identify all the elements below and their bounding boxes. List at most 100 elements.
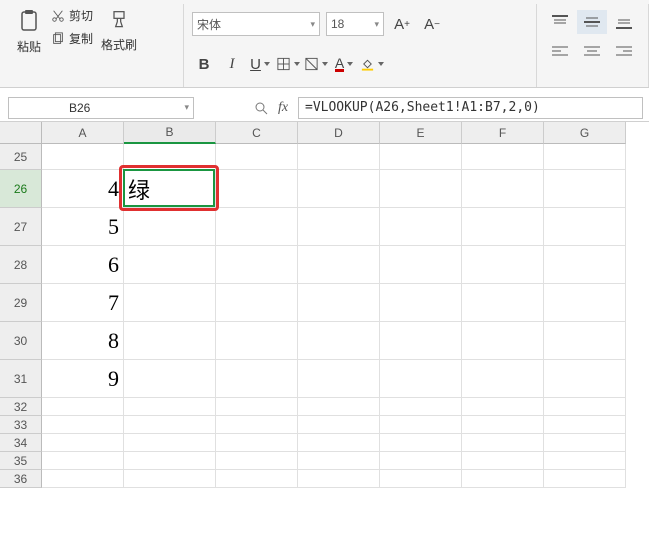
font-name-combo[interactable]: 宋体▾ (192, 12, 320, 36)
copy-button[interactable]: 复制 (48, 29, 95, 48)
font-size-combo[interactable]: 18▾ (326, 12, 384, 36)
cell-D35[interactable] (298, 452, 380, 470)
cell-C26[interactable] (216, 170, 298, 208)
align-top-button[interactable] (545, 10, 575, 34)
cell-E34[interactable] (380, 434, 462, 452)
cell-E36[interactable] (380, 470, 462, 488)
border-button[interactable] (276, 52, 300, 76)
row-header-31[interactable]: 31 (0, 360, 42, 398)
align-bottom-button[interactable] (609, 10, 639, 34)
row-header-36[interactable]: 36 (0, 470, 42, 488)
cell-G30[interactable] (544, 322, 626, 360)
cell-E25[interactable] (380, 144, 462, 170)
cell-C28[interactable] (216, 246, 298, 284)
row-header-33[interactable]: 33 (0, 416, 42, 434)
cell-E33[interactable] (380, 416, 462, 434)
cell-C25[interactable] (216, 144, 298, 170)
column-header-A[interactable]: A (42, 122, 124, 144)
cell-D25[interactable] (298, 144, 380, 170)
cell-C35[interactable] (216, 452, 298, 470)
cell-D32[interactable] (298, 398, 380, 416)
expand-formula-icon[interactable] (250, 97, 272, 119)
cell-C36[interactable] (216, 470, 298, 488)
row-header-27[interactable]: 27 (0, 208, 42, 246)
cell-G34[interactable] (544, 434, 626, 452)
cell-A35[interactable] (42, 452, 124, 470)
cell-B33[interactable] (124, 416, 216, 434)
cell-G31[interactable] (544, 360, 626, 398)
column-header-C[interactable]: C (216, 122, 298, 144)
select-all-corner[interactable] (0, 122, 42, 144)
row-header-26[interactable]: 26 (0, 170, 42, 208)
cell-F35[interactable] (462, 452, 544, 470)
column-header-F[interactable]: F (462, 122, 544, 144)
cell-B25[interactable] (124, 144, 216, 170)
cell-A25[interactable] (42, 144, 124, 170)
cell-B30[interactable] (124, 322, 216, 360)
cell-F27[interactable] (462, 208, 544, 246)
cell-F34[interactable] (462, 434, 544, 452)
cell-F31[interactable] (462, 360, 544, 398)
cell-C33[interactable] (216, 416, 298, 434)
cell-D31[interactable] (298, 360, 380, 398)
cell-B34[interactable] (124, 434, 216, 452)
cell-E27[interactable] (380, 208, 462, 246)
cell-B29[interactable] (124, 284, 216, 322)
row-header-35[interactable]: 35 (0, 452, 42, 470)
cell-E30[interactable] (380, 322, 462, 360)
column-header-G[interactable]: G (544, 122, 626, 144)
row-header-25[interactable]: 25 (0, 144, 42, 170)
align-middle-button[interactable] (577, 10, 607, 34)
cell-E29[interactable] (380, 284, 462, 322)
cell-F28[interactable] (462, 246, 544, 284)
cell-E35[interactable] (380, 452, 462, 470)
formula-input[interactable]: =VLOOKUP(A26,Sheet1!A1:B7,2,0) (298, 97, 643, 119)
cell-G32[interactable] (544, 398, 626, 416)
cell-E28[interactable] (380, 246, 462, 284)
cell-D30[interactable] (298, 322, 380, 360)
cell-A30[interactable]: 8 (42, 322, 124, 360)
bold-button[interactable]: B (192, 52, 216, 76)
cell-A31[interactable]: 9 (42, 360, 124, 398)
cell-D29[interactable] (298, 284, 380, 322)
cell-F29[interactable] (462, 284, 544, 322)
underline-button[interactable]: U (248, 52, 272, 76)
align-center-button[interactable] (577, 40, 607, 64)
cell-C34[interactable] (216, 434, 298, 452)
cell-G28[interactable] (544, 246, 626, 284)
cell-D26[interactable] (298, 170, 380, 208)
row-header-28[interactable]: 28 (0, 246, 42, 284)
cell-F32[interactable] (462, 398, 544, 416)
cell-B31[interactable] (124, 360, 216, 398)
cell-G35[interactable] (544, 452, 626, 470)
cell-G25[interactable] (544, 144, 626, 170)
cell-C30[interactable] (216, 322, 298, 360)
cell-F26[interactable] (462, 170, 544, 208)
cell-A27[interactable]: 5 (42, 208, 124, 246)
cut-button[interactable]: 剪切 (48, 6, 95, 25)
format-painter-button[interactable]: 格式刷 (95, 4, 137, 87)
cell-A29[interactable]: 7 (42, 284, 124, 322)
cell-F33[interactable] (462, 416, 544, 434)
row-header-32[interactable]: 32 (0, 398, 42, 416)
italic-button[interactable]: I (220, 52, 244, 76)
cell-G29[interactable] (544, 284, 626, 322)
cell-A26[interactable]: 4 (42, 170, 124, 208)
cell-E26[interactable] (380, 170, 462, 208)
column-header-E[interactable]: E (380, 122, 462, 144)
align-left-button[interactable] (545, 40, 575, 64)
fill-color-button[interactable] (360, 52, 384, 76)
cell-E32[interactable] (380, 398, 462, 416)
cell-F25[interactable] (462, 144, 544, 170)
cell-A33[interactable] (42, 416, 124, 434)
cell-D33[interactable] (298, 416, 380, 434)
cell-C29[interactable] (216, 284, 298, 322)
cell-style-button[interactable] (304, 52, 328, 76)
align-right-button[interactable] (609, 40, 639, 64)
cell-D27[interactable] (298, 208, 380, 246)
fx-icon[interactable]: fx (272, 97, 294, 119)
cell-A28[interactable]: 6 (42, 246, 124, 284)
cell-C32[interactable] (216, 398, 298, 416)
cell-B28[interactable] (124, 246, 216, 284)
paste-button[interactable]: 粘贴 (16, 4, 48, 87)
